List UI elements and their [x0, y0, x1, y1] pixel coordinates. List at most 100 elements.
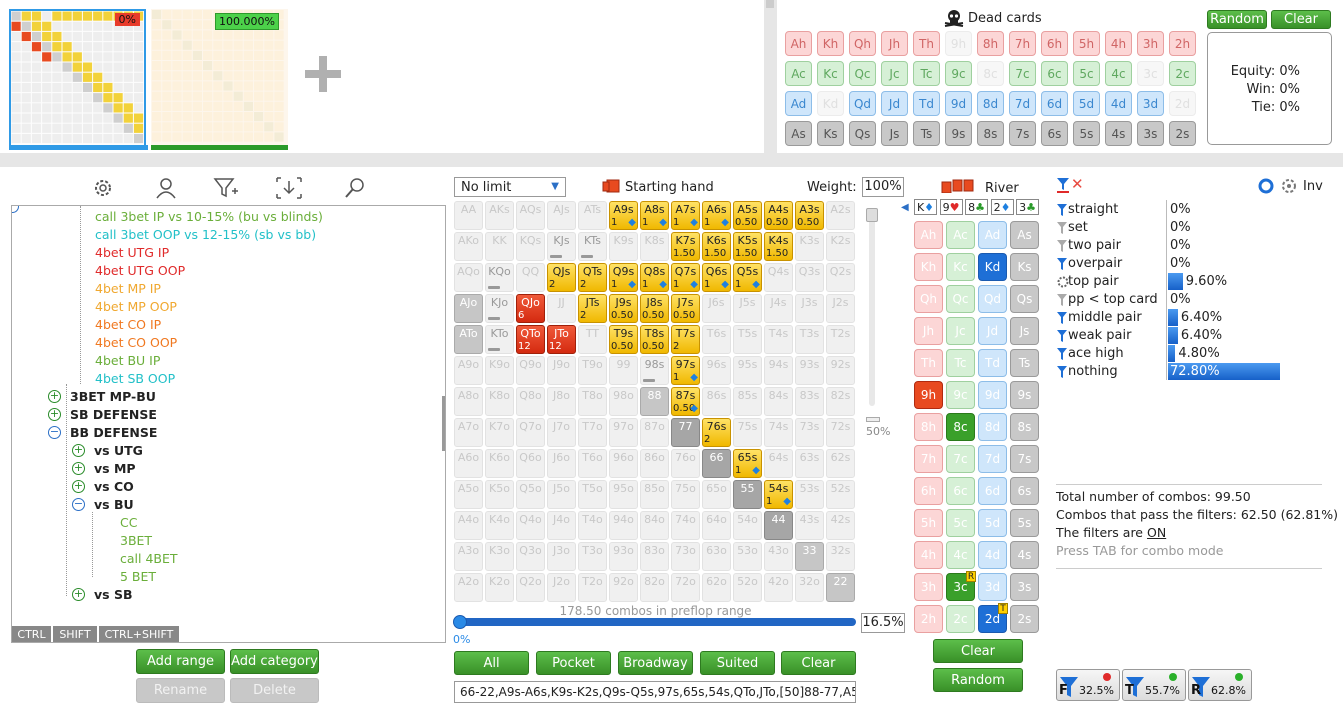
- hand-cell-76s[interactable]: 76s 2: [702, 418, 731, 447]
- board-grid-card-9d[interactable]: 9d: [978, 381, 1007, 409]
- clear-matrix-button[interactable]: Clear: [781, 651, 856, 675]
- hand-cell-T2o[interactable]: T2o: [578, 573, 607, 602]
- board-grid-card-9h[interactable]: 9h: [914, 381, 943, 409]
- hand-cell-K7s[interactable]: K7s 1.50: [671, 232, 700, 261]
- hand-cell-K8s[interactable]: K8s: [640, 232, 669, 261]
- board-grid-card-3c[interactable]: 3c R: [946, 571, 976, 601]
- hand-cell-T3s[interactable]: T3s: [795, 325, 824, 354]
- board-grid-card-7s[interactable]: 7s: [1010, 445, 1039, 473]
- dead-random-button[interactable]: Random: [1207, 10, 1267, 29]
- hand-cell-44[interactable]: 44: [764, 511, 793, 540]
- board-grid-card-Jh[interactable]: Jh: [914, 317, 943, 345]
- dead-card-8c[interactable]: 8c: [977, 61, 1004, 86]
- range-slider-track[interactable]: [453, 615, 856, 629]
- hand-cell-94s[interactable]: 94s: [764, 356, 793, 385]
- hand-cell-JTs[interactable]: JTs 2: [578, 294, 607, 323]
- hand-cell-43s[interactable]: 43s: [795, 511, 824, 540]
- hand-cell-73o[interactable]: 73o: [671, 542, 700, 571]
- hand-cell-97s[interactable]: 97s 1 ◆: [671, 356, 700, 385]
- board-grid-card-9c[interactable]: 9c: [946, 381, 975, 409]
- hand-cell-QJo[interactable]: QJo 6: [516, 294, 545, 323]
- hand-cell-52s[interactable]: 52s: [826, 480, 855, 509]
- dead-card-Qs[interactable]: Qs: [849, 121, 876, 146]
- dead-card-3c[interactable]: 3c: [1137, 61, 1164, 86]
- dead-card-4d[interactable]: 4d: [1105, 91, 1132, 116]
- board-grid-card-Kc[interactable]: Kc: [946, 253, 975, 281]
- hand-cell-92o[interactable]: 92o: [609, 573, 638, 602]
- filter-funnel-icon[interactable]: [1057, 204, 1067, 216]
- board-grid-card-6d[interactable]: 6d: [978, 477, 1007, 505]
- board-grid-card-5d[interactable]: 5d: [978, 509, 1007, 537]
- hand-cell-AJo[interactable]: AJo: [454, 294, 483, 323]
- hand-cell-63o[interactable]: 63o: [702, 542, 731, 571]
- hand-cell-72s[interactable]: 72s: [826, 418, 855, 447]
- filter-funnel-icon[interactable]: [1057, 366, 1067, 378]
- dead-card-6d[interactable]: 6d: [1041, 91, 1068, 116]
- add-range-button[interactable]: Add range: [136, 649, 225, 674]
- hand-cell-55[interactable]: 55: [733, 480, 762, 509]
- user-icon[interactable]: [154, 176, 178, 200]
- dead-card-7h[interactable]: 7h: [1009, 31, 1036, 56]
- weight-input[interactable]: 100%: [862, 177, 904, 197]
- hand-cell-J3s[interactable]: J3s: [795, 294, 824, 323]
- hand-cell-77[interactable]: 77: [671, 418, 700, 447]
- hand-cell-T5o[interactable]: T5o: [578, 480, 607, 509]
- ctrl-shift-key[interactable]: CTRL+SHIFT: [99, 626, 179, 642]
- tree-range-item[interactable]: call 3bet OOP vs 12-15% (sb vs bb): [95, 227, 316, 242]
- hand-cell-A2o[interactable]: A2o: [454, 573, 483, 602]
- hand-cell-Q7s[interactable]: Q7s 1 ◆: [671, 263, 700, 292]
- hand-cell-J7s[interactable]: J7s 0.50: [671, 294, 700, 323]
- hand-cell-Q5s[interactable]: Q5s 1 ◆: [733, 263, 762, 292]
- hand-cell-QTs[interactable]: QTs 2: [578, 263, 607, 292]
- hand-cell-97o[interactable]: 97o: [609, 418, 638, 447]
- shift-key[interactable]: SHIFT: [53, 626, 97, 642]
- dead-card-Ah[interactable]: Ah: [785, 31, 812, 56]
- hand-cell-Q3o[interactable]: Q3o: [516, 542, 545, 571]
- filter-funnel-icon[interactable]: [1057, 330, 1067, 342]
- tree-range-item[interactable]: call 3bet IP vs 10-15% (bu vs blinds): [95, 209, 323, 224]
- board-grid-card-Td[interactable]: Td: [978, 349, 1007, 377]
- board-grid-card-Qd[interactable]: Qd: [978, 285, 1007, 313]
- board-random-button[interactable]: Random: [933, 668, 1023, 692]
- hand-cell-82s[interactable]: 82s: [826, 387, 855, 416]
- expand-vs-mp-icon[interactable]: +: [72, 462, 85, 475]
- hand-cell-Q4s[interactable]: Q4s: [764, 263, 793, 292]
- board-grid-card-8h[interactable]: 8h: [914, 413, 943, 441]
- board-grid-card-Qh[interactable]: Qh: [914, 285, 943, 313]
- filter-funnel-icon[interactable]: [1057, 240, 1067, 252]
- filter-label[interactable]: pp < top card: [1068, 292, 1158, 307]
- hand-cell-Q6o[interactable]: Q6o: [516, 449, 545, 478]
- filter-funnel-icon[interactable]: [1057, 312, 1067, 324]
- dead-card-7d[interactable]: 7d: [1009, 91, 1036, 116]
- hand-cell-J5s[interactable]: J5s: [733, 294, 762, 323]
- board-grid-card-Ts[interactable]: Ts: [1010, 349, 1039, 377]
- hand-cell-T4s[interactable]: T4s: [764, 325, 793, 354]
- board-grid-card-2c[interactable]: 2c: [946, 605, 975, 633]
- clear-filter-icon[interactable]: ✕: [1071, 175, 1084, 193]
- board-grid-card-Jd[interactable]: Jd: [978, 317, 1007, 345]
- filter-icon[interactable]: [1056, 177, 1070, 193]
- dead-card-2d[interactable]: 2d: [1169, 91, 1196, 116]
- filter-funnel-icon[interactable]: [1057, 348, 1067, 360]
- expand-sb-defense-icon[interactable]: +: [48, 408, 61, 421]
- hand-cell-A6s[interactable]: A6s 1 ◆: [702, 201, 731, 230]
- hand-cell-K5o[interactable]: K5o: [485, 480, 514, 509]
- hand-cell-43o[interactable]: 43o: [764, 542, 793, 571]
- hand-cell-J3o[interactable]: J3o: [547, 542, 576, 571]
- filter-label[interactable]: straight: [1068, 202, 1118, 217]
- hand-cell-J7o[interactable]: J7o: [547, 418, 576, 447]
- board-grid-card-8s[interactable]: 8s: [1010, 413, 1039, 441]
- hand-cell-83s[interactable]: 83s: [795, 387, 824, 416]
- hand-cell-42o[interactable]: 42o: [764, 573, 793, 602]
- range-percent-input[interactable]: 16.5%: [861, 613, 905, 633]
- hand-cell-87o[interactable]: 87o: [640, 418, 669, 447]
- hand-cell-A6o[interactable]: A6o: [454, 449, 483, 478]
- tree-vs-mp[interactable]: vs MP: [94, 461, 136, 476]
- hand-cell-42s[interactable]: 42s: [826, 511, 855, 540]
- hand-cell-ATo[interactable]: ATo: [454, 325, 483, 354]
- dead-card-Th[interactable]: Th: [913, 31, 940, 56]
- dead-card-8h[interactable]: 8h: [977, 31, 1004, 56]
- hand-cell-T8o[interactable]: T8o: [578, 387, 607, 416]
- hand-cell-K9o[interactable]: K9o: [485, 356, 514, 385]
- dead-card-5d[interactable]: 5d: [1073, 91, 1100, 116]
